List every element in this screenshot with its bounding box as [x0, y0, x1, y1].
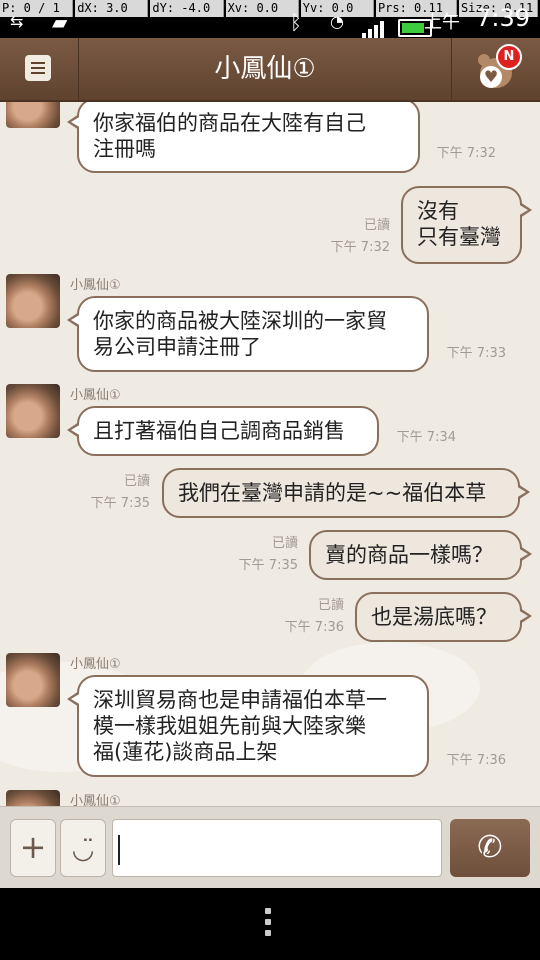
message-input[interactable]	[112, 819, 442, 877]
heart-icon: ♥	[480, 66, 502, 88]
usb-icon: ⇆	[10, 12, 24, 31]
bluetooth-icon: ᛒ	[290, 10, 302, 34]
status-bar: P: 0 / 1 dX: 3.0 dY: -4.0 Xv: 0.0 Yv: 0.…	[0, 0, 540, 38]
avatar[interactable]	[6, 653, 60, 707]
new-badge: N	[496, 44, 522, 70]
phone-icon: ✆	[477, 830, 503, 865]
message-bubble[interactable]: 深圳貿易商也是申請福伯本草一 模一樣我姐姐先前與大陸家樂 福(蓮花)談商品上架	[67, 675, 429, 777]
avatar[interactable]	[6, 790, 60, 806]
read-receipt: 已讀	[271, 536, 298, 551]
message-bubble[interactable]: 也是湯底嗎？	[355, 592, 532, 642]
wifi-icon: ◔	[330, 12, 344, 31]
message-bubble[interactable]: 你家的商品被大陸深圳的一家貿 易公司申請注冊了	[67, 296, 429, 372]
read-receipt: 已讀	[123, 474, 150, 489]
call-button[interactable]: ✆	[450, 819, 530, 877]
status-clock: 7:39	[476, 4, 530, 32]
chat-message-list[interactable]: 你家福伯的商品在大陸有自己 注冊嗎 下午 7:32 已讀 下午 7:32 沒有 …	[0, 102, 540, 806]
message-time: 下午 7:34	[396, 430, 456, 445]
avatar[interactable]	[6, 274, 60, 328]
emoji-button[interactable]: ◡̈	[60, 819, 106, 877]
message-time: 下午 7:32	[436, 146, 496, 161]
message-time: 下午 7:35	[238, 558, 298, 573]
overflow-dots-icon[interactable]	[265, 908, 273, 944]
sender-name: 小鳳仙①	[70, 388, 121, 403]
message-time: 下午 7:32	[330, 240, 390, 255]
chat-header: 小鳳仙① ♥ N	[0, 38, 540, 102]
message-time: 下午 7:36	[284, 620, 344, 635]
sender-name: 小鳳仙①	[70, 794, 121, 806]
friend-button[interactable]: ♥ N	[451, 38, 540, 100]
message-time: 下午 7:35	[90, 496, 150, 511]
plus-icon: +	[19, 828, 47, 866]
sender-name: 小鳳仙①	[70, 657, 121, 672]
signal-icon	[362, 20, 390, 38]
text-cursor	[118, 835, 120, 865]
avatar[interactable]	[6, 384, 60, 438]
sender-name: 小鳳仙①	[70, 278, 121, 293]
read-receipt: 已讀	[317, 598, 344, 613]
message-icon: ▰	[52, 10, 68, 34]
plus-button[interactable]: +	[10, 819, 56, 877]
message-bubble[interactable]: 賣的商品一樣嗎？	[309, 530, 532, 580]
system-nav-bar	[0, 888, 540, 960]
read-receipt: 已讀	[363, 218, 390, 233]
avatar[interactable]	[6, 102, 60, 128]
message-bubble[interactable]: 你家福伯的商品在大陸有自己 注冊嗎	[67, 102, 420, 173]
message-bubble[interactable]: 且打著福伯自己調商品銷售	[67, 406, 379, 456]
smiley-icon: ◡̈	[71, 835, 95, 865]
message-bubble[interactable]: 沒有 只有臺灣	[401, 186, 532, 264]
message-time: 下午 7:36	[446, 753, 506, 768]
status-ampm: 上午	[424, 12, 460, 33]
message-time: 下午 7:33	[446, 346, 506, 361]
chat-title: 小鳳仙①	[214, 54, 316, 84]
menu-icon	[25, 55, 51, 81]
message-bubble[interactable]: 我們在臺灣申請的是~~福伯本草	[162, 468, 530, 518]
menu-button[interactable]	[0, 38, 79, 100]
message-input-bar: + ◡̈ ✆	[0, 806, 540, 889]
